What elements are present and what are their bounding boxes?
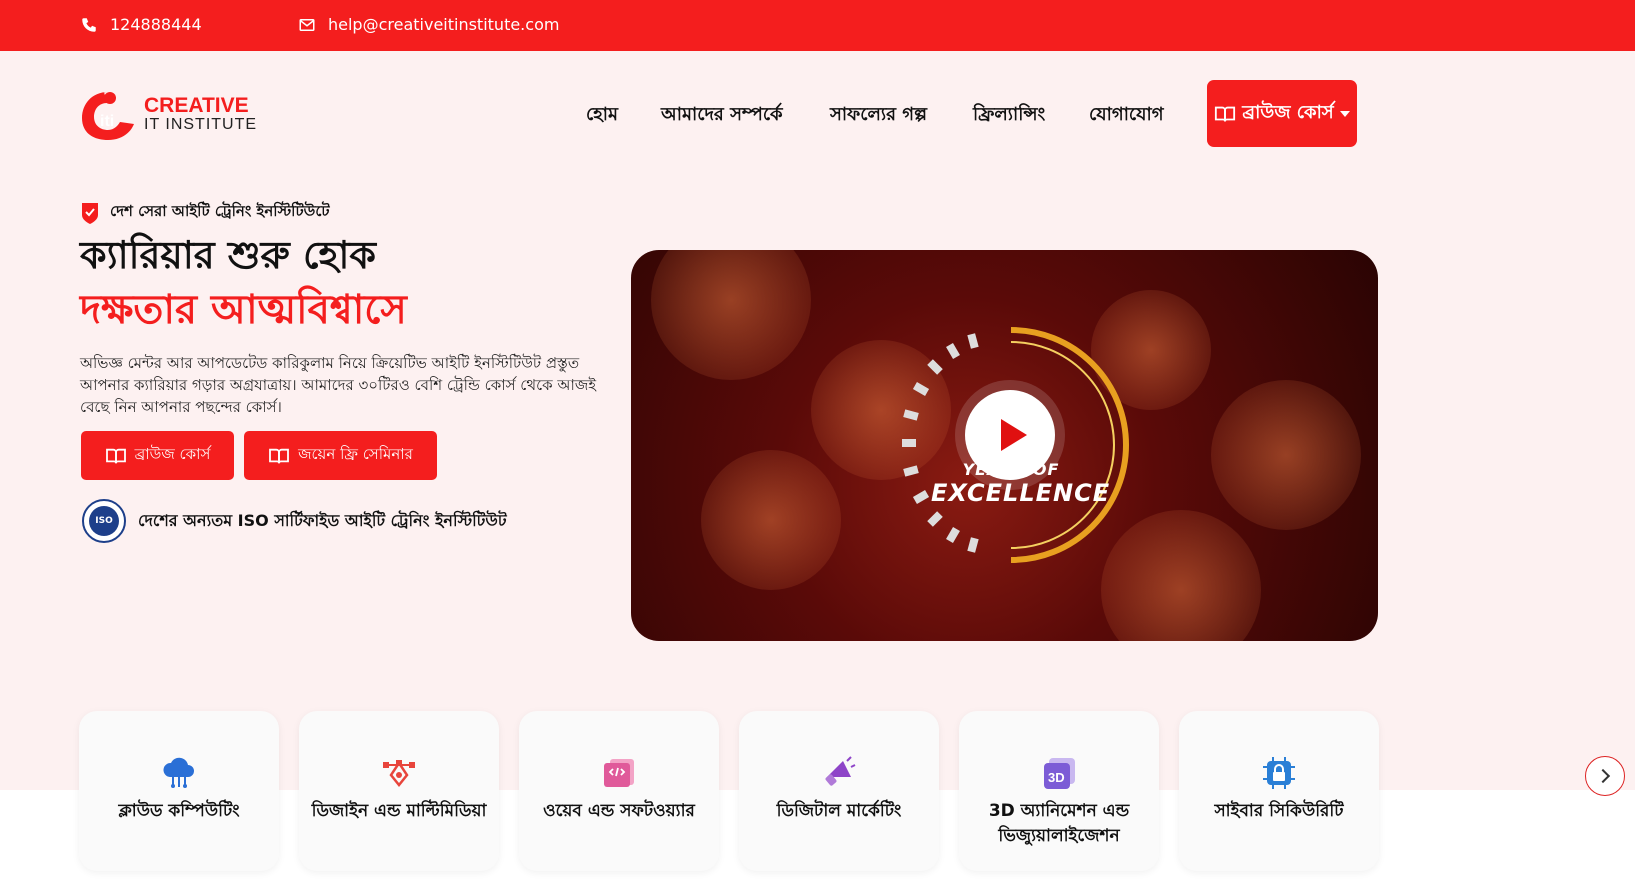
shield-check-icon — [82, 202, 98, 224]
pen-tool-icon — [381, 755, 417, 791]
svg-text:iti: iti — [100, 113, 114, 130]
book-icon — [269, 448, 290, 463]
nav-about[interactable]: আমাদের সম্পর্কে — [661, 100, 783, 131]
nav-contact[interactable]: যোগাযোগ — [1089, 100, 1164, 131]
book-icon — [1215, 106, 1236, 122]
phone-number: 124888444 — [110, 15, 202, 34]
nav-freelancing[interactable]: ফ্রিল্যান্সিং — [973, 100, 1045, 131]
category-label: ডিজিটাল মার্কেটিং — [776, 801, 902, 821]
bokeh-light — [701, 450, 841, 590]
iso-seal-text: ISO — [89, 506, 119, 536]
category-card-design[interactable]: ডিজাইন এন্ড মাল্টিমিডিয়া — [299, 711, 499, 871]
book-icon — [105, 448, 126, 463]
excellence-caption: YEARS OF EXCELLENCE — [931, 460, 1111, 507]
iso-certification: ISO দেশের অন্যতম ISO সার্টিফাইড আইটি ট্র… — [82, 499, 507, 543]
excellence-caption-1: YEARS OF — [962, 460, 1060, 479]
cta-browse-courses-button[interactable]: ব্রাউজ কোর্স — [81, 431, 234, 480]
category-label: ওয়েব এন্ড সফটওয়্যার — [543, 801, 695, 821]
cta-seminar-label: জয়েন ফ্রি সেমিনার — [298, 445, 413, 463]
category-label: 3D অ্যানিমেশন এন্ড ভিজ্যুয়ালাইজেশন — [988, 801, 1130, 846]
category-card-web[interactable]: ওয়েব এন্ড সফটওয়্যার — [519, 711, 719, 871]
chevron-right-icon — [1595, 768, 1611, 784]
carousel-next-button[interactable] — [1585, 756, 1625, 796]
browse-courses-dropdown[interactable]: ব্রাউজ কোর্স — [1207, 80, 1357, 147]
category-card-marketing[interactable]: ডিজিটাল মার্কেটিং — [739, 711, 939, 871]
site-logo[interactable]: iti CREATIVE IT INSTITUTE — [80, 88, 257, 142]
3d-box-icon: 3D — [1041, 755, 1077, 791]
hero-badge: দেশ সেরা আইটি ট্রেনিং ইনস্টিটিউটে — [80, 200, 330, 225]
megaphone-icon — [821, 755, 857, 791]
category-card-3d[interactable]: 3D 3D অ্যানিমেশন এন্ড ভিজ্যুয়ালাইজেশন — [959, 711, 1159, 871]
play-icon — [1001, 419, 1027, 451]
category-card-cyber[interactable]: সাইবার সিকিউরিটি — [1179, 711, 1379, 871]
cta-browse-label: ব্রাউজ কোর্স — [134, 445, 211, 463]
nav-home[interactable]: হোম — [586, 100, 618, 131]
cloud-icon — [161, 755, 197, 791]
hero-headline-2: দক্ষতার আত্মবিশ্বাসে — [80, 287, 407, 333]
top-contact-bar: 124888444 help@creativeitinstitute.com — [0, 0, 1635, 51]
caret-down-icon — [1339, 110, 1350, 117]
phone-icon — [82, 17, 96, 32]
category-label: সাইবার সিকিউরিটি — [1214, 801, 1344, 821]
cta-free-seminar-button[interactable]: জয়েন ফ্রি সেমিনার — [244, 431, 437, 480]
excellence-caption-2: EXCELLENCE — [931, 479, 1111, 507]
browse-courses-label: ব্রাউজ কোর্স — [1242, 102, 1334, 123]
category-card-cloud[interactable]: ক্লাউড কম্পিউটিং — [79, 711, 279, 871]
bokeh-light — [1211, 380, 1361, 530]
mail-icon — [299, 18, 315, 31]
bokeh-light — [651, 250, 811, 380]
hero-description: অভিজ্ঞ মেন্টর আর আপডেটেড কারিকুলাম নিয়ে… — [80, 354, 597, 416]
iso-seal-icon: ISO — [82, 499, 126, 543]
logo-text-institute: IT INSTITUTE — [144, 116, 258, 133]
logo-mark-icon: iti — [82, 92, 134, 140]
hero-badge-text: দেশ সেরা আইটি ট্রেনিং ইনস্টিটিউটে — [110, 202, 330, 220]
iso-text: দেশের অন্যতম ISO সার্টিফাইড আইটি ট্রেনিং… — [138, 510, 507, 530]
email-address: help@creativeitinstitute.com — [328, 15, 560, 34]
svg-text:3D: 3D — [1048, 770, 1065, 785]
security-lock-icon — [1261, 755, 1297, 791]
category-label: ডিজাইন এন্ড মাল্টিমিডিয়া — [311, 801, 487, 821]
promo-video-thumbnail[interactable]: YEARS OF EXCELLENCE — [631, 250, 1378, 641]
logo-text-creative: CREATIVE — [144, 94, 249, 117]
phone-contact[interactable]: 124888444 — [80, 15, 202, 34]
category-label: ক্লাউড কম্পিউটিং — [118, 801, 240, 821]
email-contact[interactable]: help@creativeitinstitute.com — [298, 15, 559, 34]
code-window-icon — [601, 755, 637, 791]
nav-success-stories[interactable]: সাফল্যের গল্প — [830, 100, 927, 131]
